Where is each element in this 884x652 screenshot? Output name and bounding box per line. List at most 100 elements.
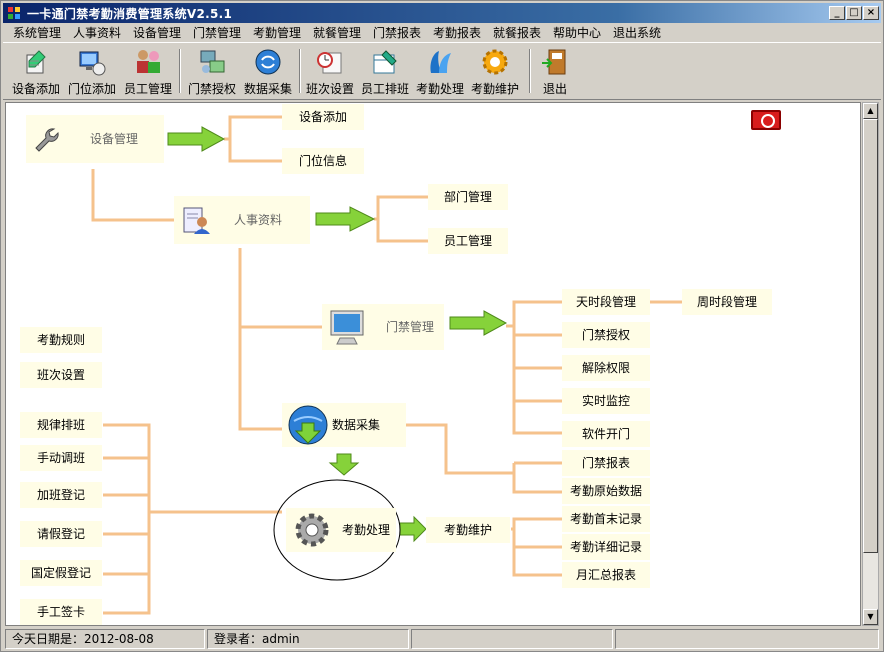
tool-label: 设备添加 [11, 82, 60, 96]
tool-schedule[interactable]: 员工排班 [358, 47, 412, 99]
toolbar-separator [529, 49, 531, 93]
toolbar: 设备添加 门位添加 员工管理 门禁授权 数据采集 班次设置 员工排班 考勤处理 … [3, 42, 881, 100]
menu-bar: 系统管理 人事资料 设备管理 门禁管理 考勤管理 就餐管理 门禁报表 考勤报表 … [3, 23, 881, 41]
tool-label: 员工排班 [360, 82, 409, 96]
tool-employee[interactable]: 员工管理 [121, 47, 175, 99]
menu-access-report[interactable]: 门禁报表 [373, 24, 421, 41]
leaf-raw-data[interactable]: 考勤原始数据 [562, 478, 650, 504]
leaf-regular-schedule[interactable]: 规律排班 [20, 412, 102, 438]
hub-label: 门禁管理 [385, 320, 434, 334]
hub-access-control[interactable]: 门禁管理 [322, 304, 444, 350]
maximize-button[interactable]: □ [846, 6, 862, 20]
leaf-monthly-report[interactable]: 月汇总报表 [562, 562, 650, 588]
hub-attendance-maintain[interactable]: 考勤维护 [426, 517, 510, 543]
tool-label: 退出 [542, 82, 567, 96]
leaf-attendance-rules[interactable]: 考勤规则 [20, 327, 102, 353]
tool-label: 考勤维护 [470, 82, 519, 96]
toolbar-separator [179, 49, 181, 93]
title-bar[interactable]: 一卡通门禁考勤消费管理系统V2.5.1 _ □ × [3, 3, 881, 23]
exit-power-icon[interactable] [751, 110, 781, 130]
tool-door-add[interactable]: 门位添加 [65, 47, 119, 99]
status-panel-empty [615, 629, 879, 649]
leaf-shift-settings[interactable]: 班次设置 [20, 362, 102, 388]
menu-attendance[interactable]: 考勤管理 [253, 24, 301, 41]
menu-exit[interactable]: 退出系统 [613, 24, 661, 41]
hub-label: 设备管理 [89, 132, 138, 146]
leaf-overtime[interactable]: 加班登记 [20, 482, 102, 508]
tool-exit[interactable]: 退出 [537, 47, 573, 99]
tool-label: 班次设置 [305, 82, 354, 96]
leaf-manual-sign[interactable]: 手工签卡 [20, 599, 102, 625]
leaf-door-info[interactable]: 门位信息 [282, 148, 364, 174]
leaf-day-period[interactable]: 天时段管理 [562, 289, 650, 315]
menu-dining[interactable]: 就餐管理 [313, 24, 361, 41]
hub-label: 数据采集 [331, 418, 380, 432]
tool-shift[interactable]: 班次设置 [303, 47, 357, 99]
leaf-holiday[interactable]: 国定假登记 [20, 560, 102, 586]
attendance-icon [430, 51, 451, 73]
window-title: 一卡通门禁考勤消费管理系统V2.5.1 [27, 7, 233, 21]
tool-device-add[interactable]: 设备添加 [9, 47, 63, 99]
tool-label: 员工管理 [123, 82, 172, 96]
leaf-revoke[interactable]: 解除权限 [562, 355, 650, 381]
minimize-button[interactable]: _ [829, 6, 845, 20]
menu-system[interactable]: 系统管理 [13, 24, 61, 41]
menu-attendance-report[interactable]: 考勤报表 [433, 24, 481, 41]
monitor-icon [330, 310, 364, 345]
tool-label: 考勤处理 [415, 82, 464, 96]
leaf-device-add[interactable]: 设备添加 [282, 104, 364, 130]
access-auth-icon [200, 50, 225, 73]
person-card-icon [183, 207, 210, 234]
connector-lines [91, 115, 682, 615]
status-date: 今天日期是：2012-08-08 [5, 629, 205, 649]
globe-download-icon [288, 405, 328, 445]
tool-data-collect[interactable]: 数据采集 [241, 47, 295, 99]
exit-door-icon [542, 49, 566, 75]
tool-attendance[interactable]: 考勤处理 [413, 47, 467, 99]
scroll-up-button[interactable]: ▲ [863, 103, 878, 119]
hub-label: 考勤处理 [341, 523, 390, 537]
hub-device-management[interactable]: 设备管理 [26, 115, 164, 163]
status-panel-empty [411, 629, 613, 649]
vertical-scrollbar[interactable]: ▲ ▼ [862, 102, 879, 626]
status-bar: 今天日期是：2012-08-08 登录者：admin [3, 629, 881, 649]
leaf-access-auth[interactable]: 门禁授权 [562, 322, 650, 348]
leaf-access-report[interactable]: 门禁报表 [562, 450, 650, 476]
leaf-week-period[interactable]: 周时段管理 [682, 289, 772, 315]
app-window: 一卡通门禁考勤消费管理系统V2.5.1 _ □ × 系统管理 人事资料 设备管理… [0, 0, 884, 652]
leaf-open-door[interactable]: 软件开门 [562, 421, 650, 447]
tool-maintain[interactable]: 考勤维护 [468, 47, 522, 99]
leaf-detail-record[interactable]: 考勤详细记录 [562, 534, 650, 560]
menu-access[interactable]: 门禁管理 [193, 24, 241, 41]
tool-label: 门禁授权 [187, 82, 236, 96]
device-add-icon [26, 50, 46, 74]
shift-icon [317, 52, 342, 74]
hub-attendance[interactable]: 考勤处理 [286, 508, 396, 552]
leaf-department[interactable]: 部门管理 [428, 184, 508, 210]
app-icon [8, 7, 20, 19]
menu-dining-report[interactable]: 就餐报表 [493, 24, 541, 41]
tool-label: 门位添加 [67, 82, 116, 96]
leaf-leave[interactable]: 请假登记 [20, 521, 102, 547]
leaf-manual-shift[interactable]: 手动调班 [20, 445, 102, 471]
menu-hr[interactable]: 人事资料 [73, 24, 121, 41]
hub-hr[interactable]: 人事资料 [174, 196, 310, 244]
hub-data-collection[interactable]: 数据采集 [282, 403, 406, 447]
leaf-employee[interactable]: 员工管理 [428, 228, 508, 254]
employee-icon [137, 50, 160, 73]
menu-device[interactable]: 设备管理 [133, 24, 181, 41]
door-add-icon [79, 51, 106, 76]
maintain-icon [482, 49, 508, 75]
scroll-down-button[interactable]: ▼ [863, 609, 878, 625]
status-user: 登录者：admin [207, 629, 409, 649]
scroll-thumb[interactable] [863, 119, 878, 553]
hub-label: 人事资料 [233, 213, 282, 227]
menu-help[interactable]: 帮助中心 [553, 24, 601, 41]
leaf-first-last-record[interactable]: 考勤首末记录 [562, 506, 650, 532]
tool-access-auth[interactable]: 门禁授权 [185, 47, 239, 99]
leaf-monitor[interactable]: 实时监控 [562, 388, 650, 414]
tool-label: 数据采集 [243, 82, 292, 96]
navigation-canvas: 设备管理 人事资料 门禁管理 数据采集 考勤处理 考勤维护 设备添加 门位信息 … [5, 102, 861, 626]
close-button[interactable]: × [863, 6, 879, 20]
data-collect-icon [255, 49, 281, 75]
